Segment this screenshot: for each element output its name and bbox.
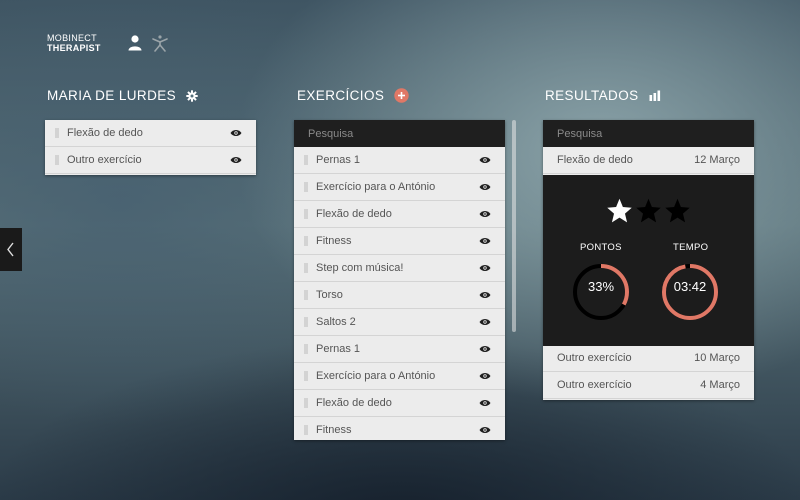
eye-icon[interactable] xyxy=(230,129,242,137)
result-detail: PONTOS 33% TEMPO 03:42 xyxy=(543,175,754,346)
star-filled-icon xyxy=(607,198,632,223)
eye-icon[interactable] xyxy=(479,210,491,218)
result-date: 10 Março xyxy=(694,352,740,364)
result-date: 4 Março xyxy=(700,379,740,391)
drag-handle[interactable] xyxy=(304,236,308,246)
eye-icon[interactable] xyxy=(479,156,491,164)
drag-handle[interactable] xyxy=(304,371,308,381)
eye-icon[interactable] xyxy=(479,345,491,353)
eye-icon[interactable] xyxy=(230,156,242,164)
results-heading: RESULTADOS xyxy=(545,88,639,103)
item-label: Torso xyxy=(316,289,343,301)
eye-icon[interactable] xyxy=(479,264,491,272)
drag-handle[interactable] xyxy=(304,344,308,354)
star-empty-icon xyxy=(636,198,661,223)
app-brand: MOBINECT THERAPIST xyxy=(47,33,101,53)
drag-handle[interactable] xyxy=(304,209,308,219)
drag-handle[interactable] xyxy=(304,398,308,408)
back-button[interactable] xyxy=(0,228,22,271)
exercises-heading: EXERCÍCIOS xyxy=(297,88,385,103)
list-item[interactable]: Flexão de dedo xyxy=(294,390,505,417)
star-rating xyxy=(605,197,692,225)
points-value: 33% xyxy=(587,279,615,294)
user-icon[interactable] xyxy=(126,34,144,52)
eye-icon[interactable] xyxy=(479,237,491,245)
patient-title: MARIA DE LURDES xyxy=(47,88,198,103)
list-item[interactable]: Flexão de dedo xyxy=(294,201,505,228)
list-item[interactable]: Step com música! xyxy=(294,255,505,282)
exercise-search-input[interactable]: Pesquisa xyxy=(294,120,505,147)
eye-icon[interactable] xyxy=(479,426,491,434)
item-label: Fitness xyxy=(316,424,352,436)
time-value: 03:42 xyxy=(673,279,707,294)
item-label: Flexão de dedo xyxy=(316,208,392,220)
item-label: Exercício para o António xyxy=(316,370,436,382)
eye-icon[interactable] xyxy=(479,291,491,299)
item-label: Flexão de dedo xyxy=(67,127,143,139)
drag-handle[interactable] xyxy=(304,290,308,300)
exercises-title: EXERCÍCIOS xyxy=(297,88,409,103)
gear-icon[interactable] xyxy=(186,89,198,102)
item-label: Pernas 1 xyxy=(316,154,361,166)
list-item[interactable]: Pernas 1 xyxy=(294,147,505,174)
brand-line-1: MOBINECT xyxy=(47,33,97,43)
time-label: TEMPO xyxy=(673,242,709,253)
eye-icon[interactable] xyxy=(479,183,491,191)
result-row[interactable]: Outro exercício 4 Março xyxy=(543,372,754,399)
item-label: Pernas 1 xyxy=(316,343,361,355)
eye-icon[interactable] xyxy=(479,399,491,407)
list-item[interactable]: Exercício para o António xyxy=(294,174,505,201)
patient-name: MARIA DE LURDES xyxy=(47,88,177,103)
list-item[interactable]: Exercício para o António xyxy=(294,363,505,390)
brand-line-2: THERAPIST xyxy=(47,43,101,53)
plus-circle-icon[interactable] xyxy=(394,88,409,103)
list-item[interactable]: Saltos 2 xyxy=(294,309,505,336)
patient-exercise-list: Flexão de dedo Outro exercício xyxy=(45,120,256,175)
list-item[interactable]: Torso xyxy=(294,282,505,309)
eye-icon[interactable] xyxy=(479,318,491,326)
exercise-scrollbar[interactable] xyxy=(512,120,516,332)
result-row[interactable]: Outro exercício 10 Março xyxy=(543,345,754,372)
exercise-figure-icon[interactable] xyxy=(151,34,169,52)
list-item[interactable]: Fitness xyxy=(294,417,505,440)
chevron-left-icon xyxy=(7,242,14,257)
drag-handle[interactable] xyxy=(304,317,308,327)
results-title: RESULTADOS xyxy=(545,88,661,103)
bar-chart-icon[interactable] xyxy=(649,90,661,101)
item-label: Saltos 2 xyxy=(316,316,356,328)
result-row-selected[interactable]: Flexão de dedo 12 Março xyxy=(543,147,754,174)
exercise-list: Pesquisa Pernas 1 Exercício para o Antóni… xyxy=(294,120,505,440)
list-item[interactable]: Pernas 1 xyxy=(294,336,505,363)
item-label: Fitness xyxy=(316,235,352,247)
drag-handle[interactable] xyxy=(304,425,308,435)
drag-handle[interactable] xyxy=(55,128,59,138)
item-label: Step com música! xyxy=(316,262,404,274)
drag-handle[interactable] xyxy=(304,182,308,192)
list-item[interactable]: Outro exercício xyxy=(45,147,256,174)
result-name: Outro exercício xyxy=(557,352,632,364)
drag-handle[interactable] xyxy=(304,263,308,273)
result-name: Flexão de dedo xyxy=(557,154,633,166)
drag-handle[interactable] xyxy=(55,155,59,165)
eye-icon[interactable] xyxy=(479,372,491,380)
result-name: Outro exercício xyxy=(557,379,632,391)
drag-handle[interactable] xyxy=(304,155,308,165)
item-label: Outro exercício xyxy=(67,154,142,166)
results-search-input[interactable]: Pesquisa xyxy=(543,120,754,147)
result-date: 12 Março xyxy=(694,154,740,166)
list-item[interactable]: Fitness xyxy=(294,228,505,255)
list-item[interactable]: Flexão de dedo xyxy=(45,120,256,147)
item-label: Flexão de dedo xyxy=(316,397,392,409)
points-label: PONTOS xyxy=(580,242,622,253)
star-empty-icon xyxy=(665,198,690,223)
item-label: Exercício para o António xyxy=(316,181,436,193)
